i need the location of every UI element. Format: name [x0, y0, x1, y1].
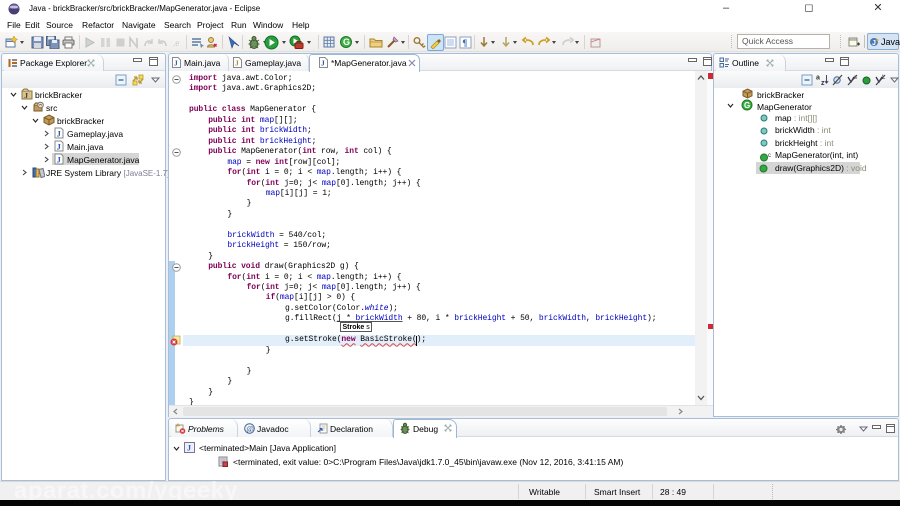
svg-text:a: a — [816, 75, 820, 82]
svg-text:J: J — [187, 444, 191, 453]
svg-text:J: J — [872, 40, 876, 47]
svg-text:@: @ — [246, 424, 253, 433]
svg-text:J: J — [24, 91, 28, 100]
svg-text:c: c — [768, 153, 771, 159]
svg-text:J: J — [57, 155, 62, 165]
svg-text:G: G — [744, 101, 750, 110]
svg-text:J: J — [235, 59, 239, 68]
svg-text:J: J — [57, 129, 62, 139]
svg-text:G: G — [343, 37, 350, 47]
svg-text:J: J — [57, 142, 62, 152]
svg-text:.e: .e — [173, 38, 179, 48]
svg-text:z: z — [821, 80, 825, 86]
svg-text:J: J — [321, 59, 325, 68]
svg-text:¶: ¶ — [462, 38, 467, 48]
svg-text:J: J — [174, 59, 178, 68]
